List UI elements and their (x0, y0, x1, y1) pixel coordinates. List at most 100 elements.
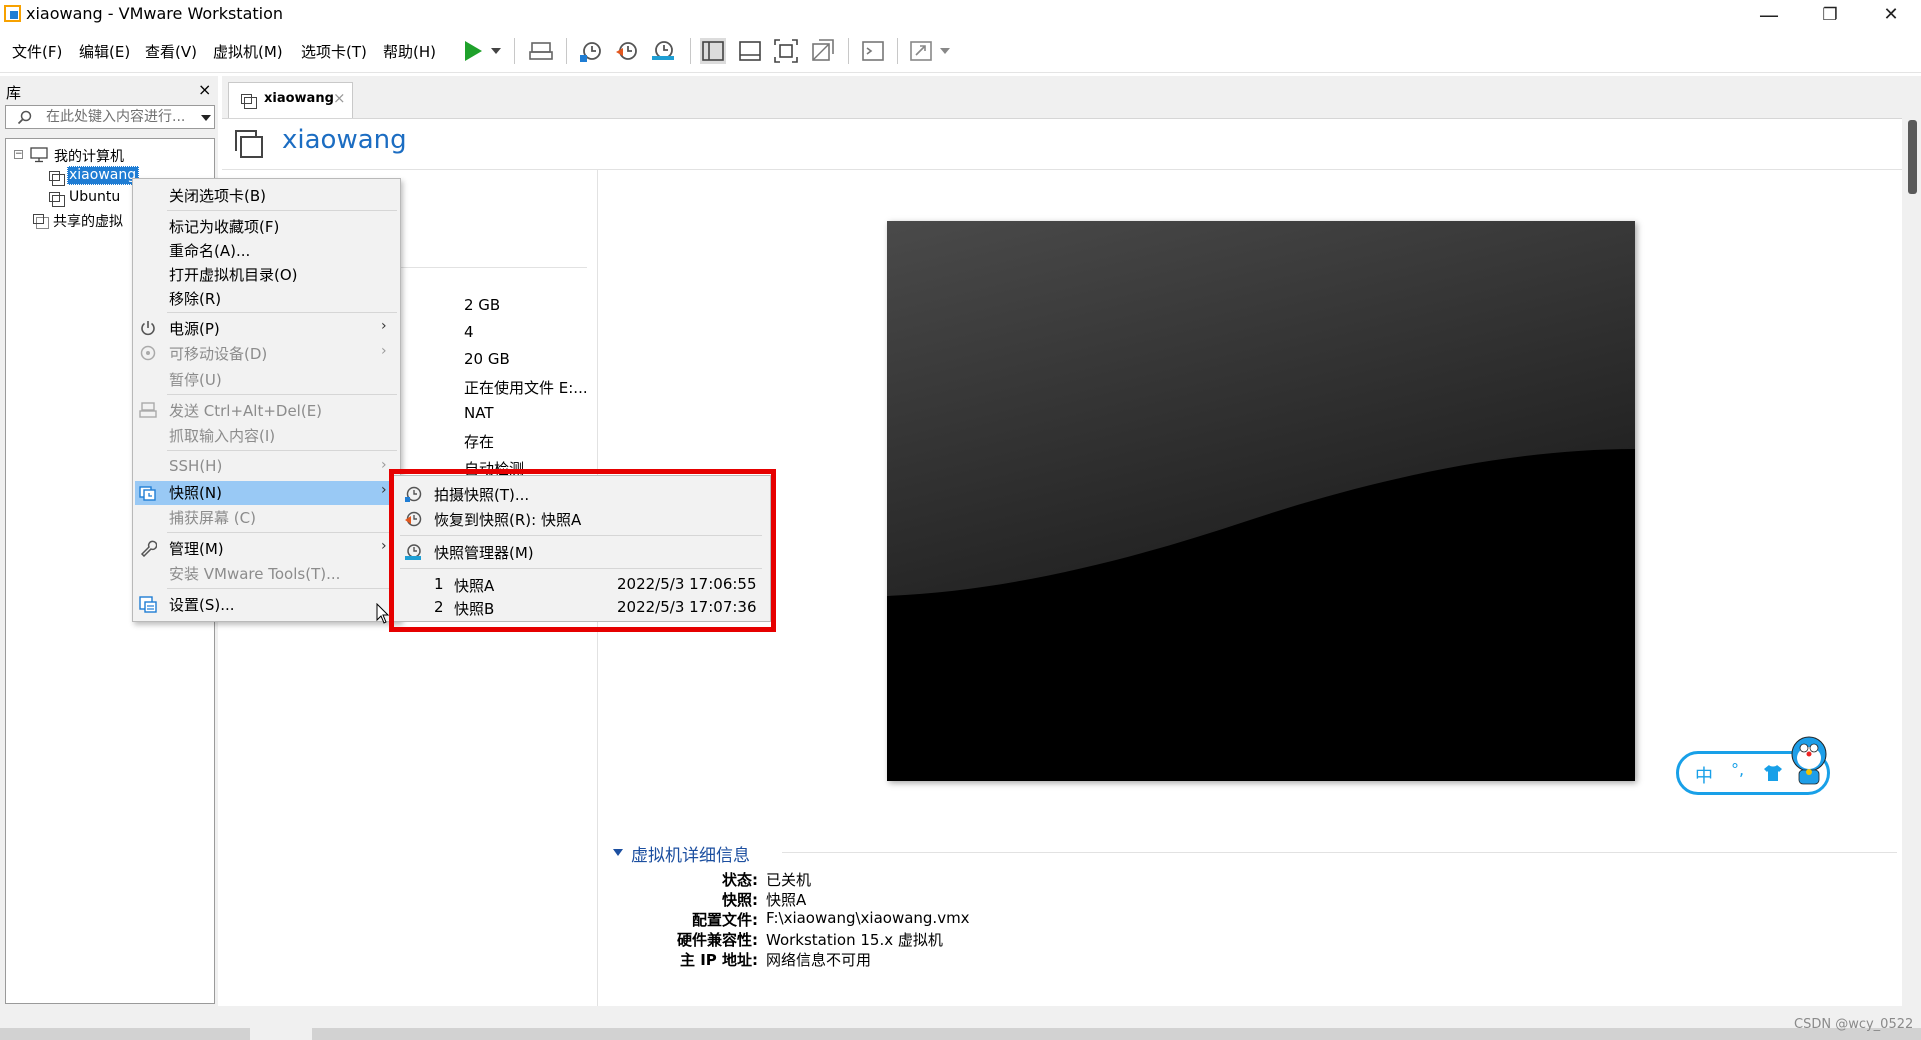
power-dropdown-chevron-icon[interactable] (489, 38, 503, 64)
tree-label-my-computer: 我的计算机 (54, 149, 124, 165)
title-bar: xiaowang - VMware Workstation — ❐ ✕ (0, 0, 1921, 30)
unity-mode-icon[interactable] (809, 38, 835, 64)
ime-language-label[interactable]: 中 (1695, 762, 1713, 788)
menu-edit[interactable]: 编辑(E) (79, 41, 130, 62)
show-library-icon[interactable] (700, 38, 726, 64)
menu-item-rename[interactable]: 重命名(A)... (169, 240, 250, 261)
red-annotation-box (389, 469, 776, 632)
detail-value-ip: 网络信息不可用 (766, 951, 872, 969)
tree-collapse-toggle-icon[interactable]: − (14, 150, 23, 159)
tab-label: xiaowang (264, 91, 334, 106)
detail-value-config: F:\xiaowang\xiaowang.vmx (766, 909, 970, 927)
menu-item-remove[interactable]: 移除(R) (169, 288, 221, 309)
full-screen-icon[interactable] (773, 38, 799, 64)
vm-details-title: 虚拟机详细信息 (631, 846, 750, 866)
menu-item-manage[interactable]: 管理(M) (169, 538, 224, 559)
ime-punctuation-label[interactable]: °, (1731, 760, 1744, 779)
library-title: 库 (6, 84, 22, 102)
vm-context-menu: 关闭选项卡(B) 标记为收藏项(F) 重命名(A)... 打开虚拟机目录(O) … (132, 178, 401, 624)
menu-item-grab-input[interactable]: 抓取输入内容(I) (169, 425, 275, 446)
vm-name-heading: xiaowang (282, 125, 407, 155)
power-icon (141, 321, 155, 336)
mouse-cursor-icon (376, 603, 390, 624)
ime-toolbar[interactable]: 中 °, (1676, 736, 1830, 795)
take-snapshot-icon[interactable] (578, 38, 604, 64)
send-ctrl-alt-del-icon[interactable] (528, 38, 554, 64)
minimize-button[interactable]: — (1739, 0, 1799, 30)
content-scrollbar[interactable] (1904, 118, 1921, 1006)
computer-icon (30, 147, 48, 163)
submenu-arrow-icon: › (381, 318, 387, 334)
snapshot-icon (139, 486, 156, 501)
stretch-dropdown-chevron-icon[interactable] (938, 38, 952, 64)
wrench-icon (140, 540, 157, 557)
device-network-value: NAT (464, 404, 494, 422)
detail-value-snapshot: 快照A (766, 891, 807, 909)
ime-mascot-icon (1791, 736, 1827, 785)
device-processors-value: 4 (464, 323, 474, 341)
detail-key-snapshot: 快照: (722, 891, 758, 909)
details-collapse-chevron-icon[interactable] (612, 848, 624, 858)
csdn-watermark: CSDN @wcy_0522 (1794, 1017, 1914, 1032)
vm-screen-preview[interactable] (887, 221, 1635, 781)
scrollbar-thumb[interactable] (1908, 120, 1917, 194)
snapshot-manager-icon[interactable] (650, 38, 676, 64)
library-header: 库 × (0, 80, 218, 102)
status-bar (0, 1006, 1921, 1040)
vmware-logo-icon (4, 5, 21, 22)
power-on-play-icon[interactable] (460, 38, 486, 64)
vm-tab-icon (241, 94, 257, 109)
menu-item-close-tab[interactable]: 关闭选项卡(B) (169, 185, 266, 206)
menu-item-settings[interactable]: 设置(S)... (169, 594, 235, 615)
console-view-icon[interactable] (860, 38, 886, 64)
shared-vm-icon (33, 214, 49, 229)
close-window-button[interactable]: ✕ (1861, 0, 1921, 30)
tree-label-vm: xiaowang (69, 167, 137, 183)
menu-item-install-tools[interactable]: 安装 VMware Tools(T)... (169, 563, 340, 584)
menu-item-power[interactable]: 电源(P) (169, 318, 220, 339)
menu-item-open-dir[interactable]: 打开虚拟机目录(O) (169, 264, 298, 285)
menu-item-send-ctrl-alt-del[interactable]: 发送 Ctrl+Alt+Del(E) (169, 400, 322, 421)
menu-item-snapshot[interactable]: 快照(N) (169, 482, 222, 503)
detail-key-state: 状态: (722, 871, 758, 889)
submenu-arrow-icon: › (381, 482, 387, 498)
device-disk-value: 20 GB (464, 350, 510, 368)
submenu-arrow-icon: › (381, 538, 387, 554)
menu-item-removable-devices[interactable]: 可移动设备(D) (169, 343, 267, 364)
restore-button[interactable]: ❐ (1800, 0, 1860, 30)
device-memory-value: 2 GB (464, 296, 501, 314)
menu-item-ssh[interactable]: SSH(H) (169, 457, 222, 475)
menu-view[interactable]: 查看(V) (145, 41, 197, 62)
menu-vm[interactable]: 虚拟机(M) (213, 41, 283, 62)
search-dropdown-chevron-icon[interactable] (200, 113, 212, 123)
vm-large-icon (235, 130, 263, 158)
library-close-button[interactable]: × (198, 80, 211, 99)
show-thumbnail-bar-icon[interactable] (737, 38, 763, 64)
library-search-input[interactable] (44, 108, 193, 126)
menu-item-capture-screen[interactable]: 捕获屏幕 (C) (169, 507, 256, 528)
tree-label-shared: 共享的虚拟 (53, 214, 123, 230)
menu-item-favorite[interactable]: 标记为收藏项(F) (169, 216, 279, 237)
submenu-arrow-icon: › (381, 343, 387, 359)
submenu-arrow-icon: › (381, 457, 387, 473)
stretch-guest-icon[interactable] (908, 38, 934, 64)
tab-xiaowang[interactable]: xiaowang × (228, 82, 353, 118)
settings-icon (139, 596, 157, 613)
removable-devices-icon (140, 345, 156, 361)
menu-file[interactable]: 文件(F) (12, 41, 62, 62)
menu-item-pause[interactable]: 暂停(U) (169, 369, 222, 390)
tab-close-button[interactable]: × (333, 89, 346, 107)
menu-toolbar-bar: 文件(F) 编辑(E) 查看(V) 虚拟机(M) 选项卡(T) 帮助(H) (0, 30, 1921, 73)
send-ctrl-alt-del-icon (139, 402, 157, 418)
detail-value-state: 已关机 (766, 871, 812, 889)
revert-snapshot-icon[interactable] (614, 38, 640, 64)
menu-help[interactable]: 帮助(H) (383, 41, 436, 62)
menu-tabs[interactable]: 选项卡(T) (301, 41, 367, 62)
search-icon (17, 110, 32, 125)
window-title: xiaowang - VMware Workstation (26, 4, 284, 23)
detail-key-ip: 主 IP 地址: (679, 951, 758, 969)
library-search-box[interactable] (5, 105, 215, 129)
device-usb-value: 存在 (464, 433, 495, 451)
ime-skin-shirt-icon[interactable] (1763, 764, 1783, 782)
tree-label-vm: Ubuntu (69, 189, 121, 205)
